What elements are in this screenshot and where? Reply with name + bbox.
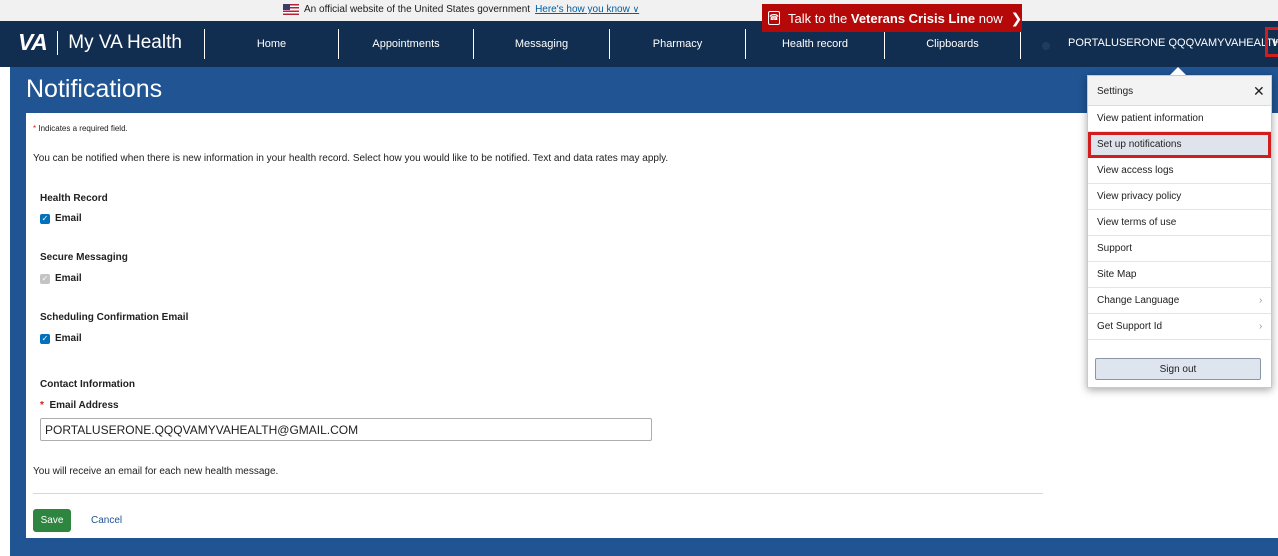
- contact-information-heading: Contact Information: [40, 379, 135, 390]
- chevron-right-icon: ›: [1259, 321, 1263, 332]
- dropdown-header: Settings ✕: [1088, 76, 1271, 106]
- checkbox-checked-icon: ✓: [40, 213, 50, 224]
- checkbox-label: Email: [55, 333, 82, 344]
- health-record-email-checkbox[interactable]: ✓ Email: [40, 213, 82, 224]
- va-logo[interactable]: VA My VA Health: [18, 29, 182, 56]
- menu-item-label: View patient information: [1097, 113, 1204, 124]
- checkbox-label: Email: [55, 273, 82, 284]
- chevron-down-icon: ∨: [1270, 35, 1278, 49]
- save-button[interactable]: Save: [33, 509, 71, 532]
- required-note-text: Indicates a required field.: [38, 124, 128, 133]
- intro-text: You can be notified when there is new in…: [33, 153, 669, 164]
- menu-item-view-terms-of-use[interactable]: View terms of use: [1088, 210, 1271, 236]
- nav-appointments[interactable]: Appointments: [339, 29, 474, 59]
- user-menu-toggle[interactable]: ∨: [1265, 27, 1278, 57]
- chevron-right-icon: ›: [1259, 295, 1263, 306]
- menu-item-label: Site Map: [1097, 269, 1137, 280]
- close-icon[interactable]: ✕: [1253, 83, 1265, 100]
- menu-item-label: View terms of use: [1097, 217, 1177, 228]
- app-name: My VA Health: [68, 31, 182, 53]
- email-address-field[interactable]: [40, 418, 652, 441]
- checkbox-checked-icon: ✓: [40, 333, 50, 344]
- menu-item-label: Set up notifications: [1097, 139, 1182, 150]
- menu-item-label: Support: [1097, 243, 1133, 254]
- email-address-label-text: Email Address: [49, 400, 119, 411]
- veterans-crisis-line-button[interactable]: ☎ Talk to the Veterans Crisis Line now ❯: [762, 4, 1022, 32]
- checkbox-label: Email: [55, 213, 82, 224]
- checkbox-disabled-icon: ✓: [40, 273, 50, 284]
- section-health-record-heading: Health Record: [40, 193, 108, 204]
- nav-messaging[interactable]: Messaging: [474, 29, 610, 59]
- gov-banner-content: An official website of the United States…: [283, 4, 639, 15]
- nav-clipboards[interactable]: Clipboards: [885, 29, 1021, 59]
- crisis-bold: Veterans Crisis Line: [850, 10, 976, 26]
- va-logo-mark: VA: [18, 29, 48, 55]
- menu-item-view-access-logs[interactable]: View access logs: [1088, 158, 1271, 184]
- email-address-label: * Email Address: [40, 400, 119, 411]
- heres-how-you-know-label: Here's how you know: [535, 4, 630, 15]
- menu-item-label: Change Language: [1097, 295, 1180, 306]
- required-asterisk: *: [40, 400, 44, 411]
- crisis-prefix: Talk to the: [787, 10, 848, 26]
- nav-health-record[interactable]: Health record: [746, 29, 885, 59]
- menu-item-support[interactable]: Support: [1088, 236, 1271, 262]
- menu-item-view-privacy-policy[interactable]: View privacy policy: [1088, 184, 1271, 210]
- dropdown-caret: [1170, 67, 1186, 75]
- nav-home[interactable]: Home: [204, 29, 339, 59]
- nav-pharmacy[interactable]: Pharmacy: [610, 29, 746, 59]
- menu-item-label: View privacy policy: [1097, 191, 1182, 202]
- menu-item-label: View access logs: [1097, 165, 1174, 176]
- settings-dropdown: Settings ✕ View patient information Set …: [1087, 75, 1272, 388]
- chevron-down-icon: ∨: [632, 4, 640, 14]
- user-menu-name[interactable]: PORTALUSERONE QQQVAMYVAHEALTH: [1068, 37, 1278, 49]
- page-title: Notifications: [26, 75, 163, 103]
- required-note: * Indicates a required field.: [33, 124, 128, 133]
- chevron-right-icon: ❯: [1010, 9, 1023, 26]
- menu-item-view-patient-information[interactable]: View patient information: [1088, 106, 1271, 132]
- heres-how-you-know-link[interactable]: Here's how you know ∨: [535, 4, 639, 15]
- gov-banner-text: An official website of the United States…: [304, 4, 531, 15]
- crisis-text: Talk to the Veterans Crisis Line now: [788, 11, 1003, 26]
- us-flag-icon: [283, 4, 299, 15]
- secure-messaging-email-checkbox: ✓ Email: [40, 273, 82, 284]
- phone-keypad-icon: ☎: [768, 11, 780, 25]
- gov-banner: An official website of the United States…: [0, 0, 1278, 21]
- crisis-suffix: now: [978, 10, 1003, 26]
- form-divider: [33, 493, 1043, 494]
- sign-out-button[interactable]: Sign out: [1095, 358, 1261, 380]
- menu-item-set-up-notifications[interactable]: Set up notifications: [1088, 132, 1271, 158]
- required-asterisk: *: [33, 124, 37, 133]
- section-scheduling-heading: Scheduling Confirmation Email: [40, 312, 189, 323]
- menu-item-change-language[interactable]: Change Language ›: [1088, 288, 1271, 314]
- user-avatar-icon: [1042, 42, 1050, 50]
- cancel-link[interactable]: Cancel: [91, 515, 122, 526]
- top-navigation: VA My VA Health Home Appointments Messag…: [0, 21, 1278, 67]
- message-note: You will receive an email for each new h…: [33, 466, 279, 477]
- logo-divider: [57, 30, 59, 55]
- menu-item-label: Get Support Id: [1097, 321, 1163, 332]
- menu-item-site-map[interactable]: Site Map: [1088, 262, 1271, 288]
- scheduling-email-checkbox[interactable]: ✓ Email: [40, 333, 82, 344]
- dropdown-title: Settings: [1097, 86, 1134, 97]
- section-secure-messaging-heading: Secure Messaging: [40, 252, 128, 263]
- menu-item-get-support-id[interactable]: Get Support Id ›: [1088, 314, 1271, 340]
